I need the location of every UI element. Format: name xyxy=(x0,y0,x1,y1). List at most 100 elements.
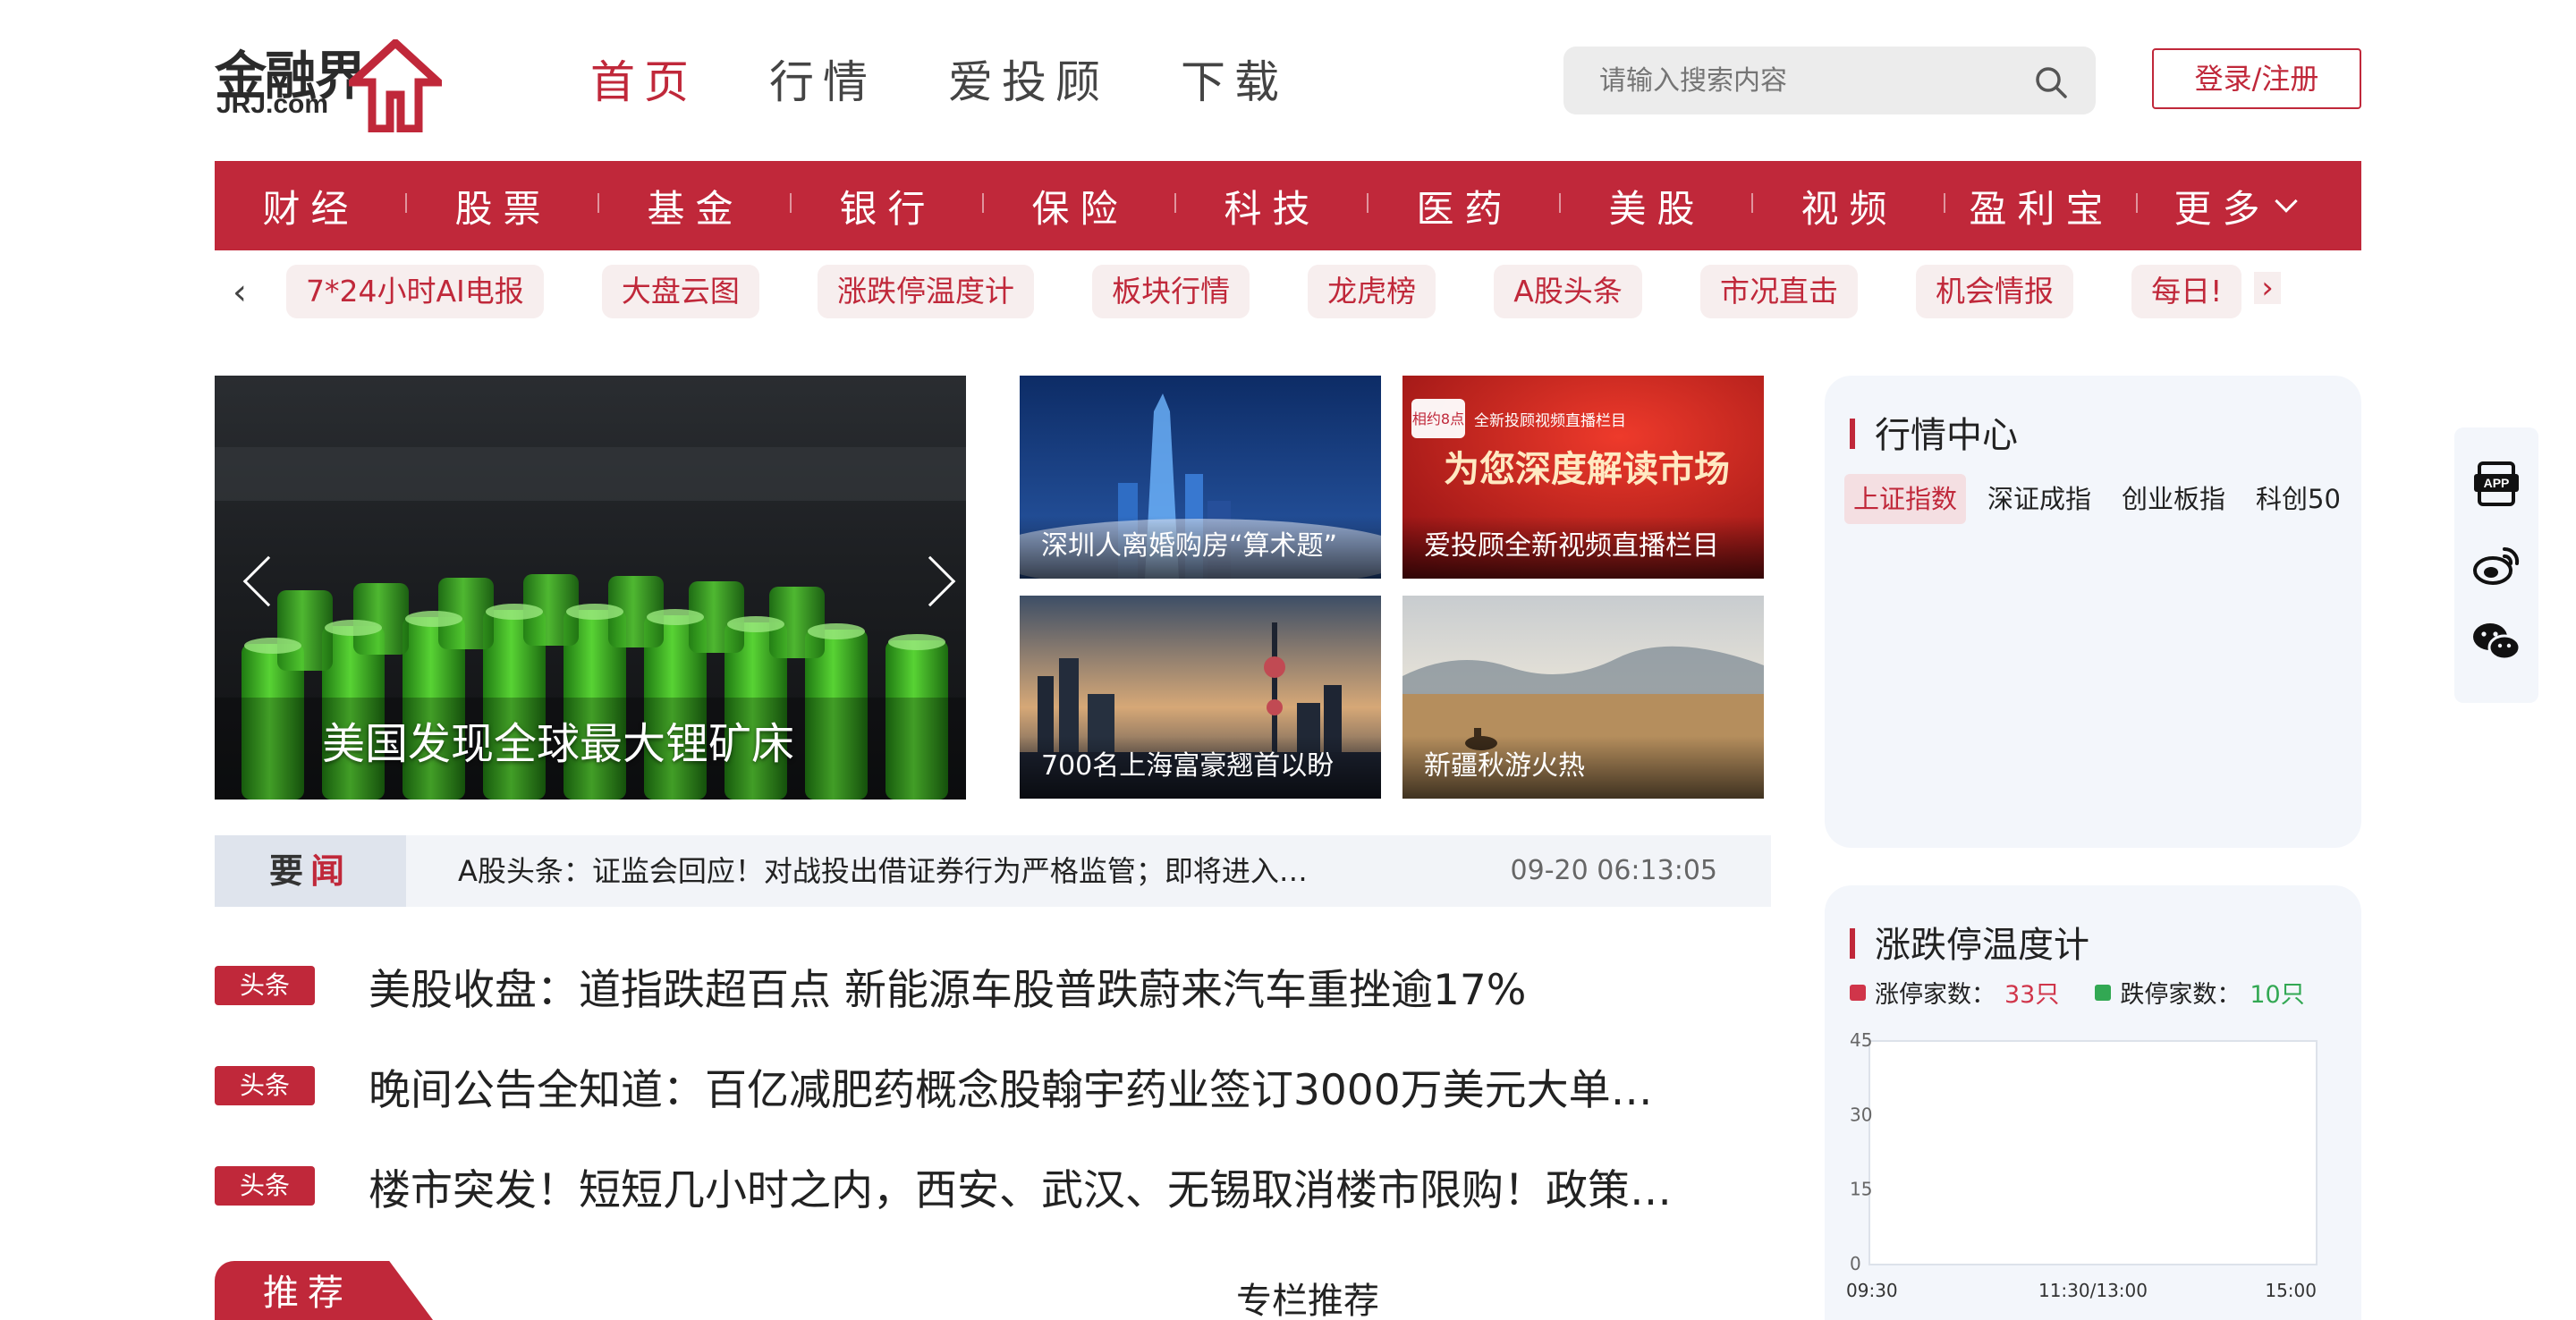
market-center-panel: 行情中心 上证指数 深证成指 创业板指 科创50 xyxy=(1825,376,2361,848)
category-pharma[interactable]: 医药 xyxy=(1367,179,1561,233)
headline-badge: 头条 xyxy=(215,966,315,1005)
news-thumb-shenzhen[interactable]: 深圳人离婚购房“算术题” xyxy=(1020,376,1381,579)
category-funds[interactable]: 基金 xyxy=(597,179,792,233)
market-center-title: 行情中心 xyxy=(1850,406,2018,458)
chevron-right-icon[interactable]: › xyxy=(2254,272,2281,304)
x-tick-label: 15:00 xyxy=(2265,1280,2317,1301)
limit-thermometer-chart: 0 15 30 45 09:30 11:30/13:00 15:00 xyxy=(1846,1029,2318,1301)
chevron-left-icon[interactable]: ‹ xyxy=(233,272,247,313)
search-icon[interactable] xyxy=(2033,64,2069,100)
hero-carousel[interactable]: 美国发现全球最大锂矿床 xyxy=(215,376,966,800)
category-yinglibao[interactable]: 盈利宝 xyxy=(1944,179,2138,233)
limit-up-value: 33只 xyxy=(2004,981,2060,1009)
category-stocks[interactable]: 股票 xyxy=(405,179,599,233)
headline-text[interactable]: 美股收盘：道指跌超百点 新能源车股普跌蔚来汽车重挫逾17% xyxy=(369,955,1764,1017)
tab-sse-index[interactable]: 上证指数 xyxy=(1844,474,1967,524)
search-box xyxy=(1563,47,2096,114)
limit-legend: 涨停家数： 33只 跌停家数： 10只 xyxy=(1850,975,2305,1010)
quick-tags-row: ‹ 7*24小时AI电报 大盘云图 涨跌停温度计 板块行情 龙虎榜 A股头条 市… xyxy=(215,265,2361,324)
index-tabs: 上证指数 深证成指 创业板指 科创50 xyxy=(1844,474,2350,524)
tag-opportunity-intel[interactable]: 机会情报 xyxy=(1916,265,2074,318)
top-nav: 首页 行情 爱投顾 下载 xyxy=(590,47,1288,111)
wechat-icon[interactable] xyxy=(2470,615,2522,667)
headline-badge: 头条 xyxy=(215,1066,315,1105)
legend-limit-down: 跌停家数： 10只 xyxy=(2095,975,2305,1010)
tab-star50[interactable]: 科创50 xyxy=(2247,474,2350,524)
svg-text:APP: APP xyxy=(2484,476,2510,490)
weibo-icon[interactable] xyxy=(2470,538,2522,590)
tag-sector-quotes[interactable]: 板块行情 xyxy=(1092,265,1250,318)
nav-download[interactable]: 下载 xyxy=(1181,47,1288,111)
column-recommend-title: 专栏推荐 xyxy=(1236,1281,1379,1320)
news-thumb-advisor-video[interactable]: 相约8点 全新投顾视频直播栏目 为您深度解读市场 爱投顾全新视频直播栏目 xyxy=(1402,376,1764,579)
ticker-label-2: 闻 xyxy=(310,851,352,891)
y-tick-label: 15 xyxy=(1850,1179,1872,1200)
banner-logo-text: 相约8点 xyxy=(1412,410,1464,427)
tag-daily[interactable]: 每日! xyxy=(2131,265,2242,318)
tag-a-share-headlines[interactable]: A股头条 xyxy=(1494,265,1642,318)
y-tick-label: 30 xyxy=(1850,1104,1872,1125)
tag-limit-thermometer[interactable]: 涨跌停温度计 xyxy=(817,265,1034,318)
side-float-bar: APP xyxy=(2454,427,2538,703)
logo-text-en: JRJ.com xyxy=(216,89,329,119)
x-tick-label: 11:30/13:00 xyxy=(2038,1280,2148,1301)
thumb-caption-xinjiang: 新疆秋游火热 xyxy=(1424,750,1585,782)
jrj-logo[interactable]: 金融界 JRJ.com xyxy=(215,34,442,132)
news-thumb-shanghai[interactable]: 700名上海富豪翘首以盼 xyxy=(1020,596,1381,799)
logo-arrow-icon xyxy=(349,39,442,132)
news-thumb-xinjiang[interactable]: 新疆秋游火热 xyxy=(1402,596,1764,799)
limit-up-label: 涨停家数： xyxy=(1875,981,1996,1009)
headline-text[interactable]: 晚间公告全知道：百亿减肥药概念股翰宇药业签订3000万美元大单… xyxy=(369,1055,1764,1117)
x-tick-label: 09:30 xyxy=(1846,1280,1898,1301)
legend-down-swatch xyxy=(2095,984,2112,1001)
headline-badge: 头条 xyxy=(215,1166,315,1206)
chart-plot-area xyxy=(1868,1040,2318,1265)
headline-item[interactable]: 头条 晚间公告全知道：百亿减肥药概念股翰宇药业签订3000万美元大单… xyxy=(215,1055,1771,1115)
search-input[interactable] xyxy=(1563,47,2029,114)
category-more[interactable]: 更多 xyxy=(2136,179,2330,233)
category-nav: 财经 股票 基金 银行 保险 科技 医药 美股 视频 盈利宝 更多 xyxy=(215,161,2361,250)
quick-tags: 7*24小时AI电报 大盘云图 涨跌停温度计 板块行情 龙虎榜 A股头条 市况直… xyxy=(286,265,2254,324)
tag-market-cloud[interactable]: 大盘云图 xyxy=(601,265,759,318)
headline-item[interactable]: 头条 楼市突发！短短几小时之内，西安、武汉、无锡取消楼市限购！政策… xyxy=(215,1155,1771,1215)
tab-chinext-index[interactable]: 创业板指 xyxy=(2113,474,2234,524)
y-tick-label: 0 xyxy=(1850,1253,1861,1274)
nav-market[interactable]: 行情 xyxy=(769,47,877,111)
category-video[interactable]: 视频 xyxy=(1751,179,1945,233)
limit-thermometer-panel: 涨跌停温度计 涨停家数： 33只 跌停家数： 10只 0 15 30 45 09:30 11:… xyxy=(1825,885,2361,1320)
category-tech[interactable]: 科技 xyxy=(1174,179,1368,233)
legend-up-swatch xyxy=(1850,984,1866,1001)
login-register-button[interactable]: 登录/注册 xyxy=(2152,48,2361,109)
headline-item[interactable]: 头条 美股收盘：道指跌超百点 新能源车股普跌蔚来汽车重挫逾17% xyxy=(215,955,1771,1015)
y-tick-label: 45 xyxy=(1850,1029,1872,1051)
limit-down-label: 跌停家数： xyxy=(2120,981,2241,1009)
tag-dragon-tiger-list[interactable]: 龙虎榜 xyxy=(1308,265,1436,318)
tab-recommend[interactable]: 推荐 xyxy=(215,1261,433,1320)
ticker-label-1: 要 xyxy=(268,851,310,891)
limit-thermometer-title: 涨跌停温度计 xyxy=(1850,916,2089,968)
category-more-label: 更多 xyxy=(2174,186,2271,231)
nav-advisor[interactable]: 爱投顾 xyxy=(948,47,1109,111)
tag-market-live[interactable]: 市况直击 xyxy=(1699,265,1858,318)
category-banks[interactable]: 银行 xyxy=(790,179,984,233)
category-insurance[interactable]: 保险 xyxy=(982,179,1176,233)
category-finance[interactable]: 财经 xyxy=(215,179,407,233)
news-ticker: 要闻 A股头条：证监会回应！对战投出借证券行为严格监管；即将进入… 09-20 … xyxy=(215,835,1771,907)
banner-small-text: 全新投顾视频直播栏目 xyxy=(1474,412,1626,430)
tag-ai-telegraph[interactable]: 7*24小时AI电报 xyxy=(286,265,544,318)
headline-text[interactable]: 楼市突发！短短几小时之内，西安、武汉、无锡取消楼市限购！政策… xyxy=(369,1155,1764,1217)
nav-home[interactable]: 首页 xyxy=(590,47,698,111)
carousel-caption[interactable]: 美国发现全球最大锂矿床 xyxy=(322,708,794,771)
tab-szse-component[interactable]: 深证成指 xyxy=(1979,474,2100,524)
limit-down-value: 10只 xyxy=(2250,981,2305,1009)
ticker-headline[interactable]: A股头条：证监会回应！对战投出借证券行为严格监管；即将进入… xyxy=(458,835,1308,907)
legend-limit-up: 涨停家数： 33只 xyxy=(1850,975,2059,1010)
category-us-stocks[interactable]: 美股 xyxy=(1559,179,1753,233)
app-icon[interactable]: APP xyxy=(2470,458,2522,510)
chevron-down-icon xyxy=(2274,190,2298,213)
ticker-label: 要闻 xyxy=(215,835,406,907)
banner-big-text: 为您深度解读市场 xyxy=(1444,449,1730,490)
thumb-caption-advisor: 爱投顾全新视频直播栏目 xyxy=(1424,530,1719,562)
header: 金融界 JRJ.com 首页 行情 爱投顾 下载 登录/注册 xyxy=(215,0,2361,161)
ticker-timestamp: 09-20 06:13:05 xyxy=(1510,855,1717,886)
